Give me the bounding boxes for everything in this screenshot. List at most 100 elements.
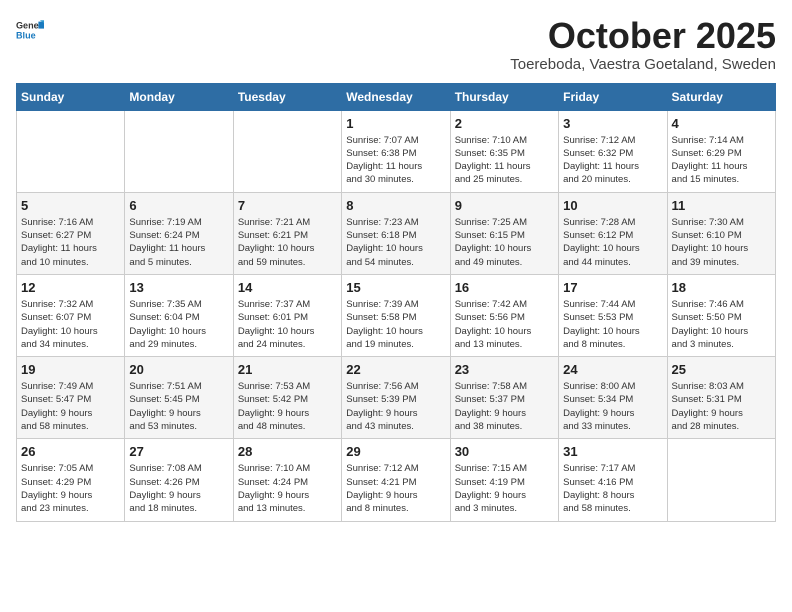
logo: General Blue xyxy=(16,16,44,44)
calendar-cell: 30 Sunrise: 7:15 AM Sunset: 4:19 PM Dayli… xyxy=(450,439,558,521)
weekday-header-tuesday: Tuesday xyxy=(233,83,341,110)
day-number: 18 xyxy=(672,280,771,295)
day-info: Sunrise: 7:56 AM Sunset: 5:39 PM Dayligh… xyxy=(346,380,445,433)
weekday-header-friday: Friday xyxy=(559,83,667,110)
day-number: 29 xyxy=(346,444,445,459)
day-number: 4 xyxy=(672,116,771,131)
day-info: Sunrise: 7:10 AM Sunset: 6:35 PM Dayligh… xyxy=(455,134,554,187)
day-number: 31 xyxy=(563,444,662,459)
calendar-cell: 20 Sunrise: 7:51 AM Sunset: 5:45 PM Dayli… xyxy=(125,357,233,439)
day-info: Sunrise: 7:12 AM Sunset: 4:21 PM Dayligh… xyxy=(346,462,445,515)
calendar-cell: 11Sunrise: 7:30 AM Sunset: 6:10 PM Dayli… xyxy=(667,192,775,274)
day-number: 17 xyxy=(563,280,662,295)
day-info: Sunrise: 7:44 AM Sunset: 5:53 PM Dayligh… xyxy=(563,298,662,351)
calendar-cell: 2 Sunrise: 7:10 AM Sunset: 6:35 PM Daylig… xyxy=(450,110,558,192)
day-info: Sunrise: 7:49 AM Sunset: 5:47 PM Dayligh… xyxy=(21,380,120,433)
day-number: 1 xyxy=(346,116,445,131)
weekday-header-thursday: Thursday xyxy=(450,83,558,110)
calendar-cell: 12 Sunrise: 7:32 AM Sunset: 6:07 PM Dayli… xyxy=(17,274,125,356)
calendar-cell xyxy=(17,110,125,192)
day-number: 30 xyxy=(455,444,554,459)
day-number: 12 xyxy=(21,280,120,295)
day-number: 10 xyxy=(563,198,662,213)
day-info: Sunrise: 7:37 AM Sunset: 6:01 PM Dayligh… xyxy=(238,298,337,351)
logo-icon: General Blue xyxy=(16,16,44,44)
day-info: Sunrise: 7:58 AM Sunset: 5:37 PM Dayligh… xyxy=(455,380,554,433)
calendar-cell: 13 Sunrise: 7:35 AM Sunset: 6:04 PM Dayli… xyxy=(125,274,233,356)
calendar-cell: 6 Sunrise: 7:19 AM Sunset: 6:24 PM Daylig… xyxy=(125,192,233,274)
calendar-cell xyxy=(233,110,341,192)
calendar-cell: 17 Sunrise: 7:44 AM Sunset: 5:53 PM Dayli… xyxy=(559,274,667,356)
calendar-cell: 25Sunrise: 8:03 AM Sunset: 5:31 PM Dayli… xyxy=(667,357,775,439)
calendar-cell: 18 Sunrise: 7:46 AM Sunset: 5:50 PM Dayli… xyxy=(667,274,775,356)
calendar-cell xyxy=(125,110,233,192)
day-number: 20 xyxy=(129,362,228,377)
calendar-cell: 14 Sunrise: 7:37 AM Sunset: 6:01 PM Dayli… xyxy=(233,274,341,356)
calendar-week-row: 5Sunrise: 7:16 AM Sunset: 6:27 PM Daylig… xyxy=(17,192,776,274)
day-info: Sunrise: 7:53 AM Sunset: 5:42 PM Dayligh… xyxy=(238,380,337,433)
calendar-cell: 24 Sunrise: 8:00 AM Sunset: 5:34 PM Dayli… xyxy=(559,357,667,439)
day-number: 22 xyxy=(346,362,445,377)
day-info: Sunrise: 7:08 AM Sunset: 4:26 PM Dayligh… xyxy=(129,462,228,515)
calendar-cell: 9 Sunrise: 7:25 AM Sunset: 6:15 PM Daylig… xyxy=(450,192,558,274)
calendar-cell: 19 Sunrise: 7:49 AM Sunset: 5:47 PM Dayli… xyxy=(17,357,125,439)
day-number: 19 xyxy=(21,362,120,377)
calendar-cell: 5Sunrise: 7:16 AM Sunset: 6:27 PM Daylig… xyxy=(17,192,125,274)
day-number: 24 xyxy=(563,362,662,377)
calendar-table: SundayMondayTuesdayWednesdayThursdayFrid… xyxy=(16,83,776,522)
day-info: Sunrise: 7:25 AM Sunset: 6:15 PM Dayligh… xyxy=(455,216,554,269)
day-number: 9 xyxy=(455,198,554,213)
day-info: Sunrise: 7:39 AM Sunset: 5:58 PM Dayligh… xyxy=(346,298,445,351)
day-number: 13 xyxy=(129,280,228,295)
calendar-cell: 4 Sunrise: 7:14 AM Sunset: 6:29 PM Daylig… xyxy=(667,110,775,192)
calendar-cell: 26 Sunrise: 7:05 AM Sunset: 4:29 PM Dayli… xyxy=(17,439,125,521)
day-info: Sunrise: 7:14 AM Sunset: 6:29 PM Dayligh… xyxy=(672,134,771,187)
day-info: Sunrise: 7:15 AM Sunset: 4:19 PM Dayligh… xyxy=(455,462,554,515)
weekday-header-row: SundayMondayTuesdayWednesdayThursdayFrid… xyxy=(17,83,776,110)
calendar-cell: 16Sunrise: 7:42 AM Sunset: 5:56 PM Dayli… xyxy=(450,274,558,356)
calendar-cell: 21Sunrise: 7:53 AM Sunset: 5:42 PM Dayli… xyxy=(233,357,341,439)
calendar-week-row: 26 Sunrise: 7:05 AM Sunset: 4:29 PM Dayli… xyxy=(17,439,776,521)
calendar-cell: 8Sunrise: 7:23 AM Sunset: 6:18 PM Daylig… xyxy=(342,192,450,274)
day-info: Sunrise: 7:30 AM Sunset: 6:10 PM Dayligh… xyxy=(672,216,771,269)
title-area: October 2025 Toereboda, Vaestra Goetalan… xyxy=(510,16,776,73)
day-info: Sunrise: 8:00 AM Sunset: 5:34 PM Dayligh… xyxy=(563,380,662,433)
calendar-cell: 15Sunrise: 7:39 AM Sunset: 5:58 PM Dayli… xyxy=(342,274,450,356)
calendar-cell: 7 Sunrise: 7:21 AM Sunset: 6:21 PM Daylig… xyxy=(233,192,341,274)
day-info: Sunrise: 7:28 AM Sunset: 6:12 PM Dayligh… xyxy=(563,216,662,269)
day-info: Sunrise: 7:21 AM Sunset: 6:21 PM Dayligh… xyxy=(238,216,337,269)
calendar-week-row: 12 Sunrise: 7:32 AM Sunset: 6:07 PM Dayli… xyxy=(17,274,776,356)
header: General Blue October 2025 Toereboda, Vae… xyxy=(16,16,776,73)
day-info: Sunrise: 7:46 AM Sunset: 5:50 PM Dayligh… xyxy=(672,298,771,351)
calendar-cell: 23Sunrise: 7:58 AM Sunset: 5:37 PM Dayli… xyxy=(450,357,558,439)
day-info: Sunrise: 7:19 AM Sunset: 6:24 PM Dayligh… xyxy=(129,216,228,269)
day-number: 7 xyxy=(238,198,337,213)
calendar-cell xyxy=(667,439,775,521)
calendar-cell: 28 Sunrise: 7:10 AM Sunset: 4:24 PM Dayli… xyxy=(233,439,341,521)
day-info: Sunrise: 7:51 AM Sunset: 5:45 PM Dayligh… xyxy=(129,380,228,433)
calendar-cell: 27 Sunrise: 7:08 AM Sunset: 4:26 PM Dayli… xyxy=(125,439,233,521)
calendar-cell: 31Sunrise: 7:17 AM Sunset: 4:16 PM Dayli… xyxy=(559,439,667,521)
day-info: Sunrise: 7:12 AM Sunset: 6:32 PM Dayligh… xyxy=(563,134,662,187)
calendar-cell: 29 Sunrise: 7:12 AM Sunset: 4:21 PM Dayli… xyxy=(342,439,450,521)
calendar-week-row: 1Sunrise: 7:07 AM Sunset: 6:38 PM Daylig… xyxy=(17,110,776,192)
day-number: 28 xyxy=(238,444,337,459)
calendar-cell: 10 Sunrise: 7:28 AM Sunset: 6:12 PM Dayli… xyxy=(559,192,667,274)
day-info: Sunrise: 7:35 AM Sunset: 6:04 PM Dayligh… xyxy=(129,298,228,351)
month-title: October 2025 xyxy=(510,16,776,56)
day-info: Sunrise: 7:23 AM Sunset: 6:18 PM Dayligh… xyxy=(346,216,445,269)
day-number: 6 xyxy=(129,198,228,213)
weekday-header-sunday: Sunday xyxy=(17,83,125,110)
day-number: 26 xyxy=(21,444,120,459)
calendar-week-row: 19 Sunrise: 7:49 AM Sunset: 5:47 PM Dayli… xyxy=(17,357,776,439)
day-info: Sunrise: 7:10 AM Sunset: 4:24 PM Dayligh… xyxy=(238,462,337,515)
day-info: Sunrise: 7:32 AM Sunset: 6:07 PM Dayligh… xyxy=(21,298,120,351)
day-number: 2 xyxy=(455,116,554,131)
day-info: Sunrise: 7:16 AM Sunset: 6:27 PM Dayligh… xyxy=(21,216,120,269)
day-number: 16 xyxy=(455,280,554,295)
calendar-cell: 1Sunrise: 7:07 AM Sunset: 6:38 PM Daylig… xyxy=(342,110,450,192)
day-number: 25 xyxy=(672,362,771,377)
day-number: 14 xyxy=(238,280,337,295)
day-info: Sunrise: 7:05 AM Sunset: 4:29 PM Dayligh… xyxy=(21,462,120,515)
day-number: 27 xyxy=(129,444,228,459)
